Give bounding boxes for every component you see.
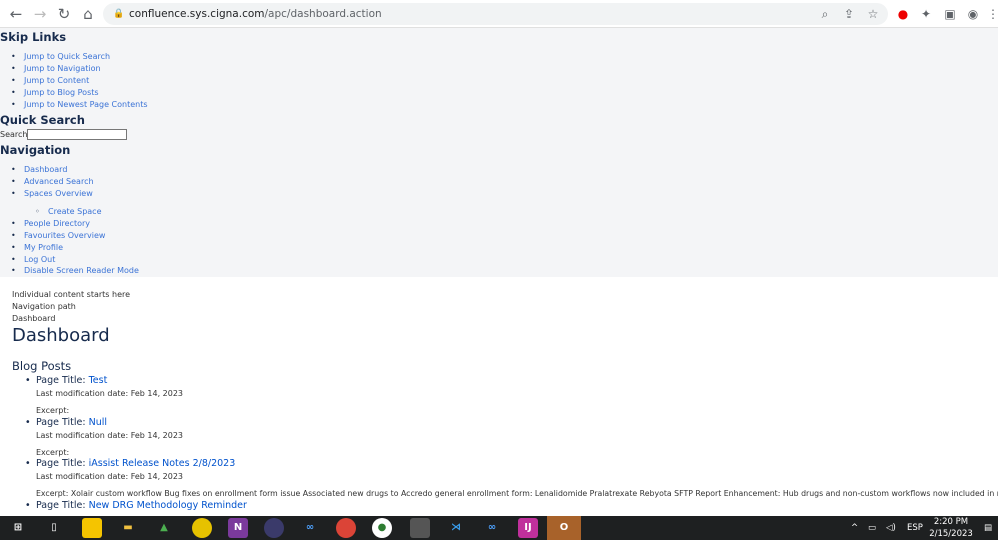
search-input[interactable] xyxy=(27,129,127,140)
profile-icon[interactable]: ◉ xyxy=(964,5,982,23)
star-icon[interactable]: ☆ xyxy=(864,5,882,23)
blog-post-link[interactable]: Test xyxy=(89,375,108,386)
home-icon[interactable]: ⌂ xyxy=(78,4,98,24)
blog-post-title: Page Title: Test xyxy=(25,375,108,386)
date-label: Last modification date: xyxy=(36,431,129,440)
terminal-icon[interactable] xyxy=(410,518,430,538)
date-value: Feb 14, 2023 xyxy=(130,389,184,398)
share-icon[interactable]: ⇪ xyxy=(840,5,858,23)
notifications-icon[interactable]: ▤ xyxy=(984,516,992,540)
blog-post-link[interactable]: New DRG Methodology Reminder xyxy=(89,500,247,511)
skip-link[interactable]: Jump to Navigation xyxy=(11,64,101,73)
title-label: Page Title: xyxy=(36,375,86,386)
eclipse-icon[interactable] xyxy=(264,518,284,538)
skip-link[interactable]: Jump to Newest Page Contents xyxy=(11,100,147,109)
opera-extension-icon[interactable]: ● xyxy=(894,5,912,23)
nav-dashboard[interactable]: Dashboard xyxy=(11,165,68,174)
title-label: Page Title: xyxy=(36,417,86,428)
language-indicator[interactable]: ESP xyxy=(907,516,923,540)
blog-post-link[interactable]: Null xyxy=(89,417,107,428)
date-label: Last modification date: xyxy=(36,389,129,398)
zoom-icon[interactable]: ⌕ xyxy=(816,5,834,23)
network-icon[interactable]: ▭ xyxy=(868,516,876,540)
content-start-note: Individual content starts here xyxy=(12,290,131,299)
webex-icon[interactable]: ∞ xyxy=(482,518,502,538)
url-path: /apc/dashboard.action xyxy=(264,8,382,20)
blog-post-excerpt: Excerpt: Xolair custom workflow Bug fixe… xyxy=(36,489,998,498)
excerpt-label: Excerpt: xyxy=(36,489,69,498)
blog-post-excerpt: Excerpt: xyxy=(36,406,69,415)
excerpt-label: Excerpt: xyxy=(36,406,70,415)
task-view-icon[interactable]: ▯ xyxy=(44,518,64,538)
intellij-icon[interactable]: IJ xyxy=(518,518,538,538)
date-label: Last modification date: xyxy=(36,472,129,481)
search-label: Search xyxy=(0,130,28,139)
blog-post-title: Page Title: Null xyxy=(25,417,107,428)
nav-favourites[interactable]: Favourites Overview xyxy=(11,231,105,240)
nav-people-directory[interactable]: People Directory xyxy=(11,219,90,228)
reload-icon[interactable]: ↻ xyxy=(54,4,74,24)
windows-taskbar: ⊞ ▯ ▬ ▲ N ∞ ● ⋊ ∞ IJ O ^ ▭ ◁) ESP 2:20 P… xyxy=(0,516,998,540)
blog-post-title: Page Title: iAssist Release Notes 2/8/20… xyxy=(25,458,236,469)
blog-post-date: Last modification date: Feb 14, 2023 xyxy=(36,472,183,481)
app-rocket-icon[interactable]: ▲ xyxy=(154,518,174,538)
date-value: Feb 14, 2023 xyxy=(130,431,184,440)
url-host: confluence.sys.cigna.com xyxy=(129,8,265,20)
blog-post-title: Page Title: New DRG Methodology Reminder xyxy=(25,500,247,511)
vscode-icon[interactable]: ⋊ xyxy=(446,518,466,538)
volume-icon[interactable]: ◁) xyxy=(886,516,896,540)
menu-icon[interactable]: ⋮ xyxy=(984,5,998,23)
tray-chevron-icon[interactable]: ^ xyxy=(851,516,858,540)
mongodb-icon[interactable]: ● xyxy=(372,518,392,538)
skip-links-heading: Skip Links xyxy=(0,30,67,44)
breadcrumb: Dashboard xyxy=(12,314,56,323)
nav-my-profile[interactable]: My Profile xyxy=(11,243,63,252)
screen-reader-header xyxy=(0,28,998,277)
nav-spaces-overview[interactable]: Spaces Overview xyxy=(11,189,93,198)
chrome-icon[interactable] xyxy=(336,518,356,538)
nav-log-out[interactable]: Log Out xyxy=(11,255,55,264)
forward-icon[interactable]: → xyxy=(30,4,50,24)
title-label: Page Title: xyxy=(36,500,86,511)
blog-post-date: Last modification date: Feb 14, 2023 xyxy=(36,431,183,440)
address-bar[interactable]: 🔒 confluence.sys.cigna.com/apc/dashboard.… xyxy=(103,3,888,25)
navigation-path-label: Navigation path xyxy=(12,302,76,311)
blog-posts-heading: Blog Posts xyxy=(12,359,72,373)
skip-link[interactable]: Jump to Content xyxy=(11,76,89,85)
sticky-notes-icon[interactable] xyxy=(82,518,102,538)
nav-create-space[interactable]: Create Space xyxy=(35,207,101,216)
browser-toolbar: ← → ↻ ⌂ 🔒 confluence.sys.cigna.com/apc/da… xyxy=(0,0,998,28)
navigation-heading: Navigation xyxy=(0,143,71,157)
outlook-icon[interactable]: O xyxy=(547,516,581,540)
title-label: Page Title: xyxy=(36,458,86,469)
blog-post-link[interactable]: iAssist Release Notes 2/8/2023 xyxy=(89,458,236,469)
webex-icon[interactable]: ∞ xyxy=(300,518,320,538)
skip-link[interactable]: Jump to Quick Search xyxy=(11,52,110,61)
blog-post-excerpt: Excerpt: xyxy=(36,448,69,457)
quick-search-heading: Quick Search xyxy=(0,113,85,127)
excerpt-label: Excerpt: xyxy=(36,448,70,457)
extensions-icon[interactable]: ✦ xyxy=(917,5,935,23)
clock-date[interactable]: 2/15/2023 xyxy=(929,522,973,546)
nav-advanced-search[interactable]: Advanced Search xyxy=(11,177,93,186)
side-panel-icon[interactable]: ▣ xyxy=(941,5,959,23)
windows-start-icon[interactable]: ⊞ xyxy=(8,518,28,538)
back-icon[interactable]: ← xyxy=(6,4,26,24)
blog-post-date: Last modification date: Feb 14, 2023 xyxy=(36,389,183,398)
app-gear-icon[interactable] xyxy=(192,518,212,538)
onenote-icon[interactable]: N xyxy=(228,518,248,538)
lock-icon: 🔒 xyxy=(113,9,125,19)
excerpt-text: Xolair custom workflow Bug fixes on enro… xyxy=(70,489,998,498)
page-title: Dashboard xyxy=(12,325,110,346)
file-explorer-icon[interactable]: ▬ xyxy=(118,518,138,538)
date-value: Feb 14, 2023 xyxy=(130,472,184,481)
skip-link[interactable]: Jump to Blog Posts xyxy=(11,88,98,97)
nav-disable-screen-reader[interactable]: Disable Screen Reader Mode xyxy=(11,266,139,275)
